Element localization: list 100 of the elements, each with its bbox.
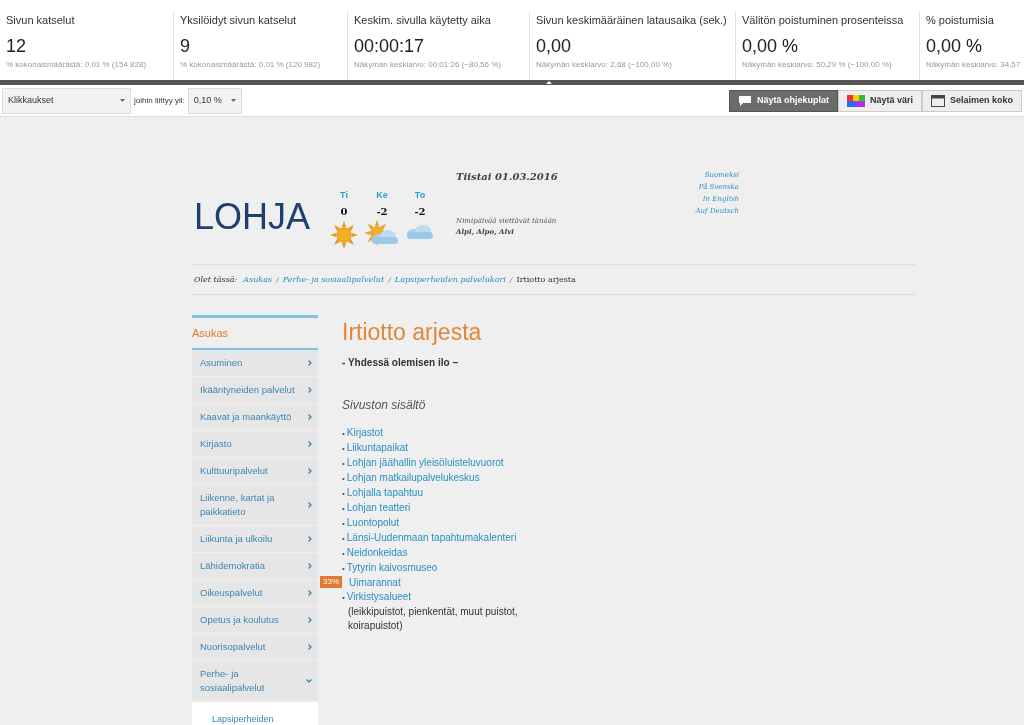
sidebar-item[interactable]: Opetus ja koulutus <box>192 607 318 634</box>
bullet: • <box>342 428 345 440</box>
sidebar-item[interactable]: Asuminen <box>192 350 318 377</box>
link-note: (leikkipuistot, pienkentät, muut puistot, koirapuistot) <box>347 605 519 633</box>
metric-label: Välitön poistuminen prosenteissa <box>742 13 905 28</box>
metric-select[interactable]: Klikkaukset <box>2 87 131 114</box>
metric-value: 0,00 % <box>742 34 800 58</box>
sidebar-item[interactable]: Liikunta ja ulkoilu <box>192 526 318 553</box>
bullet: • <box>342 592 345 604</box>
sun-icon <box>329 220 359 250</box>
metric-label: Sivun katselut <box>6 13 76 28</box>
toolbar-button[interactable]: Näytä väri <box>837 89 922 112</box>
page-title: Irtiotto arjesta <box>342 318 483 347</box>
bullet: • <box>342 563 345 575</box>
weather-temp: 0 <box>340 205 348 219</box>
content-link[interactable]: Lohjan matkailupalvelukeskus <box>346 471 480 485</box>
chevron-right-icon <box>308 468 312 474</box>
metric-label: Keskim. sivulla käytetty aika <box>354 13 492 28</box>
bullet: • <box>342 488 345 500</box>
weather-day: Ke <box>376 188 388 202</box>
chevron-right-icon <box>308 536 312 542</box>
sidebar-item[interactable]: Perhe- ja sosiaalipalvelut <box>192 661 318 702</box>
content-link[interactable]: Lohjan teatteri <box>346 501 411 515</box>
chevron-right-icon <box>308 387 312 393</box>
metric-label: Sivun keskimääräinen latausaika (sek.) <box>536 13 728 28</box>
click-share-badge: 33% <box>320 576 342 588</box>
breadcrumb-separator: / <box>276 273 279 286</box>
chevron-right-icon <box>308 644 312 650</box>
color-spectrum-icon <box>846 94 865 107</box>
section-heading: Sivuston sisältö <box>342 397 427 414</box>
metric-label: Yksilöidyt sivun katselut <box>180 13 298 28</box>
sidebar-item[interactable]: Oikeuspalvelut <box>192 580 318 607</box>
breadcrumb-label: Olet tässä: <box>194 273 238 286</box>
sidebar-subitem[interactable]: Lapsiperheiden <box>192 702 318 725</box>
content-link[interactable]: Uimarannat <box>349 576 401 590</box>
metric-note: Näkymän keskiarvo: 50,29 % (−100,00 %) <box>742 58 893 71</box>
bullet: • <box>342 548 345 560</box>
content-link[interactable]: Lohjan jäähallin yleisöluisteluvuorot <box>346 456 504 470</box>
content-link[interactable]: Luontopolut <box>346 516 400 530</box>
metric-value: 0,00 % <box>926 34 984 58</box>
metric-note: Näkymän keskiarvo: 2,68 (−100,00 %) <box>536 58 673 71</box>
content-link[interactable]: Neidonkeidas <box>346 546 408 560</box>
dropdown-caret-icon <box>120 99 125 102</box>
metric-value: 0,00 <box>536 34 573 58</box>
sidebar-item[interactable]: Lähidemokratia <box>192 553 318 580</box>
weather-temp: -2 <box>414 205 426 219</box>
window-icon <box>930 94 945 107</box>
dropdown-caret-icon <box>230 99 236 102</box>
sidebar-item[interactable]: Kaavat ja maankäyttö <box>192 404 318 431</box>
metric-value: 00:00:17 <box>354 34 426 58</box>
content-link[interactable]: Lohjalla tapahtuu <box>346 486 423 500</box>
metric-note: Näkymän keskiarvo: 34,57 <box>926 58 1022 71</box>
bullet: • <box>342 503 345 515</box>
bullet: • <box>342 458 345 470</box>
metric-note: % kokonaismäärästä: 0,01 % (120 982) <box>180 58 322 71</box>
content-link[interactable]: Kirjastot <box>346 426 383 440</box>
breadcrumb-link[interactable]: Perhe- ja sosiaalipalvelut <box>282 273 385 286</box>
metric-note: % kokonaismäärästä: 0,01 % (154 828) <box>6 58 148 71</box>
breadcrumb-separator: / <box>509 273 513 286</box>
content-link[interactable]: Tytyrin kaivosmuseo <box>346 561 438 575</box>
bullet: • <box>342 443 345 455</box>
threshold-select[interactable]: 0,10 % <box>187 87 242 114</box>
toolbar-button[interactable]: Selaimen koko <box>921 89 1022 112</box>
metric-note: Näkymän keskiarvo: 00:01:26 (−80,56 %) <box>354 58 502 71</box>
metric-value: 12 <box>6 34 28 58</box>
threshold-label: joihin liittyy yli: <box>134 94 185 107</box>
sidebar-item[interactable]: Kirjasto <box>192 431 318 458</box>
chevron-right-icon <box>308 360 312 366</box>
weather-day: Ti <box>340 188 348 202</box>
chevron-right-icon <box>308 502 312 508</box>
weather-day: To <box>414 188 426 202</box>
bullet: • <box>342 473 345 485</box>
chevron-right-icon <box>308 617 312 623</box>
sidebar-item[interactable]: Ikääntyneiden palvelut <box>192 377 318 404</box>
sidebar-item[interactable]: Nuorisopalvelut <box>192 634 318 661</box>
breadcrumb-current: Irtiotto arjesta <box>516 273 576 286</box>
breadcrumb-link[interactable]: Lapsiperheiden palvelukori <box>394 273 506 286</box>
weather-temp: -2 <box>376 205 388 219</box>
site-logo[interactable]: LOHJA <box>194 199 328 235</box>
sidebar-item[interactable]: Kulttuuripalvelut <box>192 458 318 485</box>
content-link[interactable]: Länsi-Uudenmaan tapahtumakalenteri <box>346 531 517 545</box>
bullet: • <box>342 533 345 545</box>
metric-value: 9 <box>180 34 191 58</box>
bullet: • <box>342 518 345 530</box>
lead-text: - Yhdessä olemisen ilo – <box>342 356 459 370</box>
breadcrumb-link[interactable]: Asukas <box>243 273 273 286</box>
content-link[interactable]: Virkistysalueet <box>346 590 412 604</box>
chevron-down-icon <box>306 679 312 683</box>
date-text: Tiistai 01.03.2016 <box>456 170 558 184</box>
speech-bubble-icon <box>737 95 752 106</box>
sidebar-item[interactable]: Liikenne, kartat ja paikkatieto <box>192 485 318 526</box>
breadcrumb-separator: / <box>388 273 391 286</box>
metric-label: % poistumisia <box>926 13 995 28</box>
chevron-right-icon <box>308 563 312 569</box>
collapse-arrow-icon[interactable] <box>546 81 552 84</box>
toolbar-button[interactable]: Näytä ohjekuplat <box>728 89 838 112</box>
chevron-right-icon <box>308 590 312 596</box>
chevron-right-icon <box>308 414 312 420</box>
content-link[interactable]: Liikuntapaikat <box>346 441 408 455</box>
chevron-right-icon <box>308 441 312 447</box>
